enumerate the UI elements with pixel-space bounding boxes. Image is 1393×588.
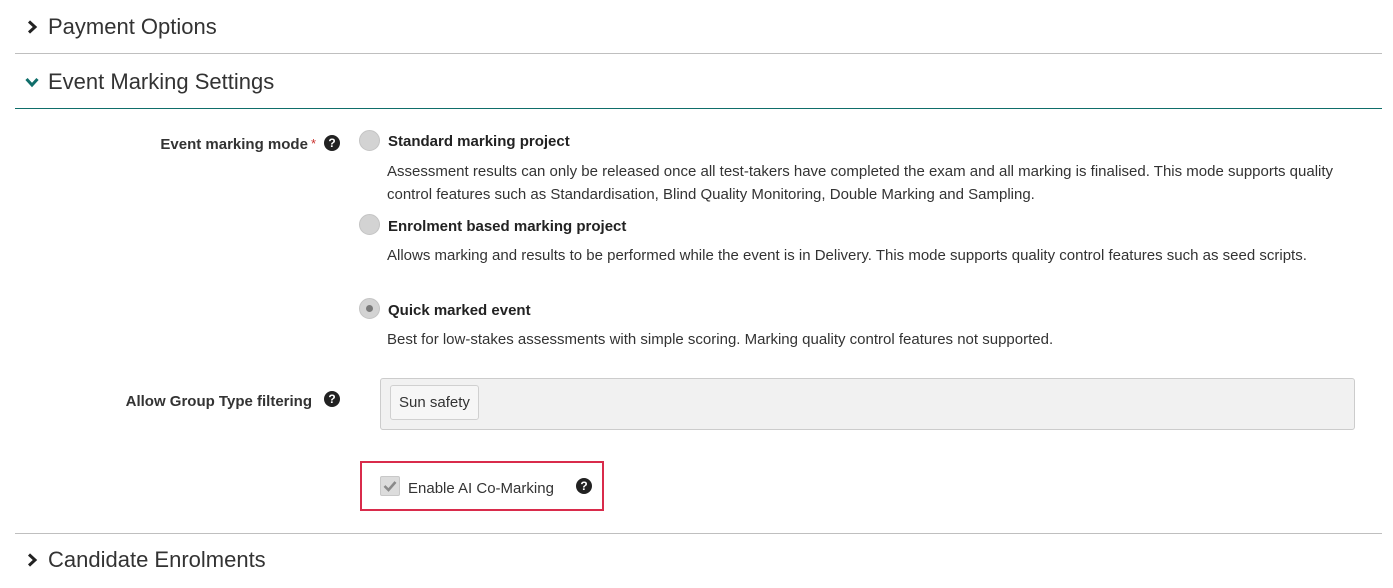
divider xyxy=(15,533,1382,534)
event-marking-mode-label: Event marking mode * xyxy=(160,136,316,153)
ai-comarking-label[interactable]: Enable AI Co-Marking xyxy=(408,480,554,497)
tag-chip[interactable]: Sun safety xyxy=(390,385,479,420)
section-candidate-enrolments[interactable]: Candidate Enrolments xyxy=(15,544,1382,576)
option-title[interactable]: Standard marking project xyxy=(388,133,570,150)
option-description: Allows marking and results to be perform… xyxy=(387,247,1307,264)
divider xyxy=(15,108,1382,109)
required-indicator: * xyxy=(310,136,316,151)
section-payment-options[interactable]: Payment Options xyxy=(15,11,1382,43)
option-title[interactable]: Quick marked event xyxy=(388,302,531,319)
chevron-right-icon xyxy=(21,549,43,571)
chevron-right-icon xyxy=(21,16,43,38)
group-type-filter-label: Allow Group Type filtering xyxy=(125,393,312,410)
option-description: Assessment results can only be released … xyxy=(387,163,1334,203)
option-title[interactable]: Enrolment based marking project xyxy=(388,218,626,235)
section-title: Candidate Enrolments xyxy=(48,547,266,572)
divider xyxy=(15,53,1382,54)
question-circle-icon[interactable]: ? xyxy=(324,135,340,151)
section-event-marking-settings[interactable]: Event Marking Settings xyxy=(15,66,1382,98)
radio-quick-marked-event[interactable] xyxy=(359,298,380,319)
radio-standard-marking[interactable] xyxy=(359,130,380,151)
question-circle-icon[interactable]: ? xyxy=(576,478,592,494)
section-title: Payment Options xyxy=(48,14,217,39)
radio-enrolment-based-marking[interactable] xyxy=(359,214,380,235)
chevron-down-icon xyxy=(21,71,43,93)
question-circle-icon[interactable]: ? xyxy=(324,391,340,407)
option-description: Best for low-stakes assessments with sim… xyxy=(387,331,1054,348)
group-type-tag-input[interactable]: Sun safety xyxy=(380,378,1355,430)
ai-comarking-checkbox[interactable] xyxy=(380,476,400,496)
checkmark-icon xyxy=(383,481,397,492)
section-title: Event Marking Settings xyxy=(48,69,275,94)
